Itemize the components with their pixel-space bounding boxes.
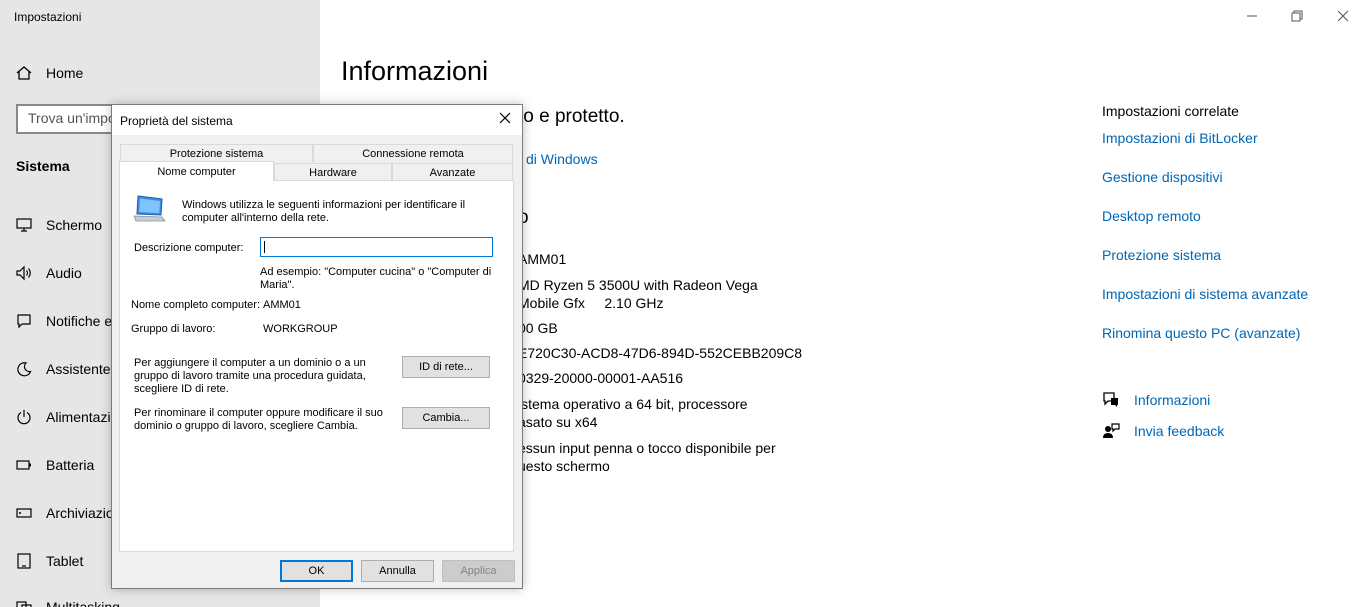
rename-pc-link[interactable]: Rinomina questo PC (avanzate) [1102,325,1300,341]
close-icon [499,112,511,124]
remote-desktop-link[interactable]: Desktop remoto [1102,208,1201,224]
sidebar-item-label: Schermo [46,217,103,233]
pen-touch-line1: essun input penna o tocco disponibile pe… [518,440,776,456]
fullname-label: Nome completo computer: [131,299,260,311]
fullname-value: AMM01 [263,299,301,311]
sidebar-item-label: Multitasking [46,599,120,607]
nav-section-title: Sistema [16,158,70,174]
help-link-label: Informazioni [1134,392,1211,408]
system-properties-dialog: Proprietà del sistema Protezione sistema… [111,104,523,589]
sidebar-item-label: Audio [46,265,82,281]
system-type-line1: istema operativo a 64 bit, processore [518,396,748,412]
app-title: Impostazioni [14,10,82,24]
device-name-value: AMM01 [518,251,567,267]
bitlocker-link[interactable]: Impostazioni di BitLocker [1102,130,1258,146]
tab-label: Protezione sistema [169,147,264,160]
protection-status: to e protetto. [518,106,625,127]
feedback-link-label: Invia feedback [1134,423,1225,439]
intro-text-line1: Windows utilizza le seguenti informazion… [182,199,466,211]
rename-text-line2: dominio o gruppo di lavoro, scegliere Ca… [134,420,358,432]
power-icon [17,410,31,425]
processor-value-line1: MD Ryzen 5 3500U with Radeon Vega [518,277,758,293]
multitask-icon [16,601,32,607]
description-label: Descrizione computer: [134,242,244,254]
tab-panel-nome-computer: Windows utilizza le seguenti informazion… [119,180,514,552]
ram-value: 00 GB [518,320,558,336]
tab-label: Hardware [309,166,357,179]
change-button[interactable]: Cambia... [402,407,490,429]
system-protection-link[interactable]: Protezione sistema [1102,247,1221,263]
sidebar-item-tablet[interactable]: Tablet [16,550,83,572]
help-link[interactable]: Informazioni [1102,391,1210,409]
minimize-icon [1247,15,1257,17]
dialog-title: Proprietà del sistema [120,114,233,128]
home-icon [16,66,32,80]
nav-home[interactable]: Home [16,62,83,84]
tablet-icon [17,553,31,569]
sidebar-item-label: Tablet [46,553,84,569]
windows-security-link[interactable]: di Windows [526,151,598,167]
tab-avanzate[interactable]: Avanzate [392,163,513,181]
restore-button[interactable] [1287,8,1307,24]
tab-nome-computer[interactable]: Nome computer [119,161,274,181]
sidebar-item-multitasking[interactable]: Multitasking [16,596,120,607]
tab-connessione-remota[interactable]: Connessione remota [313,144,513,162]
computer-network-icon [133,195,166,222]
moon-icon [17,362,32,377]
sidebar-item-batteria[interactable]: Batteria [16,454,94,476]
related-settings-title: Impostazioni correlate [1102,103,1239,119]
processor-value-line2: Mobile Gfx 2.10 GHz [518,295,664,311]
workgroup-value: WORKGROUP [263,323,338,335]
sidebar-item-schermo[interactable]: Schermo [16,214,102,236]
feedback-icon [1103,423,1120,438]
product-id-value: 0329-20000-00001-AA516 [518,370,684,386]
workgroup-label: Gruppo di lavoro: [131,323,216,335]
intro-text-line2: computer all'interno della rete. [182,212,330,224]
apply-button[interactable]: Applica [442,560,515,582]
device-id-value: E720C30-ACD8-47D6-894D-552CEBB209C8 [518,345,803,361]
pen-touch-line2: uesto schermo [518,458,610,474]
tab-label: Avanzate [429,166,476,179]
ok-button[interactable]: OK [280,560,353,582]
close-icon [1337,10,1349,22]
domain-text-line2: gruppo di lavoro tramite una procedura g… [134,370,366,382]
domain-text-line3: scegliere ID di rete. [134,383,229,395]
domain-text-line1: Per aggiungere il computer a un dominio … [134,357,366,369]
tab-label: Nome computer [157,165,236,178]
monitor-icon [16,218,32,232]
cancel-button[interactable]: Annulla [361,560,434,582]
example-text-line2: Maria". [260,279,295,291]
help-chat-icon [1103,392,1118,407]
dialog-close-button[interactable] [498,111,514,127]
system-type-line2: asato su x64 [518,414,598,430]
text-caret [264,241,265,253]
notification-icon [17,314,31,329]
rename-text-line1: Per rinominare il computer oppure modifi… [134,407,383,419]
speaker-icon [16,265,31,281]
page-title: Informazioni [341,56,489,86]
example-text-line1: Ad esempio: "Computer cucina" o "Compute… [260,266,492,278]
sidebar-item-label: Batteria [46,457,95,473]
sidebar-item-audio[interactable]: Audio [16,262,82,284]
advanced-system-settings-link[interactable]: Impostazioni di sistema avanzate [1102,286,1308,302]
tab-label: Connessione remota [362,147,464,160]
minimize-button[interactable] [1242,8,1262,24]
tab-hardware[interactable]: Hardware [274,163,392,181]
tab-protezione-sistema[interactable]: Protezione sistema [120,144,313,162]
computer-description-input[interactable] [260,237,493,257]
dialog-titlebar[interactable]: Proprietà del sistema [112,105,522,135]
restore-icon [1291,10,1303,22]
feedback-link[interactable]: Invia feedback [1102,422,1224,440]
storage-icon [16,508,32,518]
nav-home-label: Home [46,65,84,81]
battery-icon [16,460,31,470]
device-manager-link[interactable]: Gestione dispositivi [1102,169,1223,185]
close-window-button[interactable] [1333,8,1353,24]
network-id-button[interactable]: ID di rete... [402,356,490,378]
